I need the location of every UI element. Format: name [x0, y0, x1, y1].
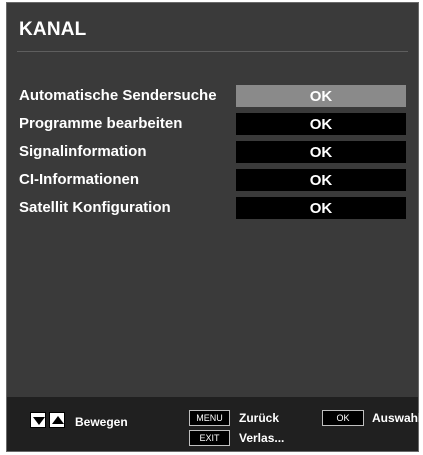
menu-item-automatische-sendersuche[interactable]: Automatische Sendersuche OK: [7, 85, 420, 107]
exit-key-badge: EXIT: [189, 430, 230, 446]
ok-button[interactable]: OK: [236, 169, 406, 191]
select-hint-label: Auswahl: [372, 411, 422, 425]
key-hint-bar: Bewegen MENU Zurück EXIT Verlas... OK Au…: [7, 397, 422, 451]
menu-item-ci-informationen[interactable]: CI-Informationen OK: [7, 169, 420, 191]
ok-button[interactable]: OK: [236, 197, 406, 219]
move-hint-label: Bewegen: [75, 415, 128, 429]
arrow-down-icon: [30, 412, 46, 428]
menu-item-satellit-konfiguration[interactable]: Satellit Konfiguration OK: [7, 197, 420, 219]
menu-item-label: CI-Informationen: [19, 171, 139, 188]
arrow-up-icon: [49, 412, 65, 428]
menu-item-label: Automatische Sendersuche: [19, 87, 217, 104]
ok-key-badge: OK: [322, 410, 364, 426]
ok-button[interactable]: OK: [236, 141, 406, 163]
menu-item-label: Programme bearbeiten: [19, 115, 183, 132]
page-title: KANAL: [19, 19, 87, 40]
menu-item-programme-bearbeiten[interactable]: Programme bearbeiten OK: [7, 113, 420, 135]
kanal-menu-panel: KANAL Automatische Sendersuche OK Progra…: [6, 2, 422, 452]
back-hint-label: Zurück: [239, 411, 280, 425]
exit-hint-label: Verlas...: [239, 431, 285, 445]
title-divider: [17, 51, 408, 52]
menu-key-badge: MENU: [189, 410, 230, 426]
ok-button[interactable]: OK: [236, 113, 406, 135]
menu-item-signalinformation[interactable]: Signalinformation OK: [7, 141, 420, 163]
menu-item-label: Signalinformation: [19, 143, 147, 160]
ok-button[interactable]: OK: [236, 85, 406, 107]
menu-item-label: Satellit Konfiguration: [19, 199, 171, 216]
screen: KANAL Automatische Sendersuche OK Progra…: [0, 0, 423, 455]
